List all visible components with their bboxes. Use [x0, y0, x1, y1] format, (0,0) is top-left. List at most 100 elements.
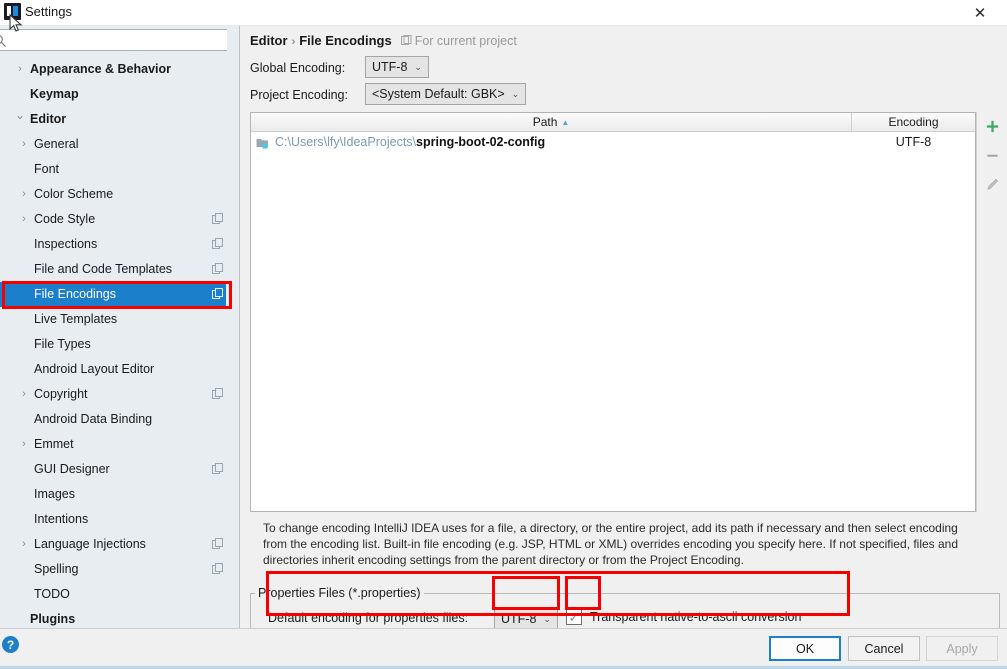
edit-pencil-glyph — [987, 178, 999, 190]
project-scope-icon — [212, 388, 223, 399]
cancel-button[interactable]: Cancel — [848, 636, 920, 661]
sidebar-scrollbar-track[interactable] — [227, 26, 465, 597]
sidebar-item-file-encodings[interactable]: File Encodings — [0, 282, 226, 307]
add-glyph — [986, 120, 999, 133]
sidebar-item-label: Intentions — [34, 512, 89, 526]
add-icon[interactable] — [977, 112, 1007, 141]
sidebar-item-label: Android Layout Editor — [34, 362, 155, 376]
breadcrumb-leaf: File Encodings — [299, 33, 392, 48]
search-box[interactable] — [0, 29, 233, 51]
sort-ascending-icon: ▲ — [561, 117, 570, 127]
sidebar-item-label: Copyright — [34, 387, 88, 401]
properties-encoding-combo[interactable]: UTF-8 ⌄ — [494, 608, 558, 630]
project-encoding-value: <System Default: GBK> — [372, 87, 505, 101]
sidebar-item-android-layout-editor[interactable]: Android Layout Editor — [0, 357, 226, 382]
sidebar-item-label: Editor — [30, 112, 67, 126]
sidebar-item-file-and-code-templates[interactable]: File and Code Templates — [0, 257, 226, 282]
chevron-down-icon: ⌄ — [414, 61, 422, 72]
column-header-encoding-label: Encoding — [888, 115, 939, 129]
sidebar-item-general[interactable]: › General — [0, 132, 226, 157]
sidebar-item-plugins[interactable]: Plugins — [0, 607, 226, 628]
sidebar-item-label: Code Style — [34, 212, 96, 226]
edit-pencil-icon[interactable] — [977, 170, 1007, 199]
window-title: Settings — [25, 4, 72, 19]
sidebar-item-font[interactable]: Font — [0, 157, 226, 182]
project-encoding-label: Project Encoding: — [250, 88, 348, 102]
global-encoding-label: Global Encoding: — [250, 61, 346, 75]
project-encoding-row: Project Encoding: — [250, 84, 348, 106]
table-cell-encoding[interactable]: UTF-8 — [852, 135, 975, 149]
native-to-ascii-checkbox-row[interactable]: ✓ Transparent native-to-ascii conversion — [566, 609, 801, 625]
sidebar-item-label: Images — [34, 487, 75, 501]
breadcrumb: Editor › File Encodings For current projec… — [250, 33, 517, 51]
sidebar-item-keymap[interactable]: Keymap — [0, 82, 226, 107]
chevron-right-icon[interactable]: › — [18, 132, 30, 157]
table-cell-path: C:\Users\lfy\IdeaProjects\ spring-boot-02… — [251, 135, 852, 149]
sidebar-item-android-data-binding[interactable]: Android Data Binding — [0, 407, 226, 432]
project-scope-icon — [400, 35, 412, 45]
sidebar-item-label: Live Templates — [34, 312, 118, 326]
sidebar-item-editor[interactable]: ⌄ Editor — [0, 107, 226, 132]
table-cell-path-leaf: spring-boot-02-config — [416, 135, 546, 149]
ok-button[interactable]: OK — [769, 636, 841, 661]
native-to-ascii-checkbox[interactable]: ✓ — [566, 609, 582, 625]
close-icon[interactable]: ✕ — [961, 0, 999, 26]
sidebar-item-color-scheme[interactable]: › Color Scheme — [0, 182, 226, 207]
settings-dialog: Settings ✕ › Appearance & Behavior Keymap ⌄… — [0, 0, 1007, 669]
chevron-down-icon: ⌄ — [543, 613, 551, 624]
sidebar-item-images[interactable]: Images — [0, 482, 226, 507]
remove-glyph — [987, 154, 998, 157]
table-row[interactable]: C:\Users\lfy\IdeaProjects\ spring-boot-02… — [251, 132, 975, 152]
chevron-right-icon[interactable]: › — [18, 182, 30, 207]
project-scope-icon — [212, 538, 223, 549]
sidebar-item-inspections[interactable]: Inspections — [0, 232, 226, 257]
sidebar-item-code-style[interactable]: › Code Style — [0, 207, 226, 232]
sidebar-item-label: Font — [34, 162, 60, 176]
default-encoding-label: Default encoding for properties files: — [268, 611, 469, 625]
remove-icon[interactable] — [977, 141, 1007, 170]
project-scope-icon — [212, 238, 223, 249]
search-row — [0, 29, 238, 51]
sidebar-item-label: Emmet — [34, 437, 74, 451]
sidebar-item-live-templates[interactable]: Live Templates — [0, 307, 226, 332]
chevron-right-icon[interactable]: › — [18, 432, 30, 457]
global-encoding-combo[interactable]: UTF-8 ⌄ — [365, 56, 429, 78]
settings-tree[interactable]: › Appearance & Behavior Keymap ⌄ Editor › Gene… — [0, 57, 226, 628]
sidebar-item-emmet[interactable]: › Emmet — [0, 432, 226, 457]
chevron-right-icon[interactable]: › — [18, 382, 30, 407]
breadcrumb-hint-text: For current project — [414, 34, 517, 48]
chevron-right-icon[interactable]: › — [18, 207, 30, 232]
help-icon[interactable]: ? — [2, 636, 19, 653]
chevron-down-icon[interactable]: ⌄ — [14, 103, 26, 128]
sidebar-item-copyright[interactable]: › Copyright — [0, 382, 226, 407]
sidebar-item-todo[interactable]: TODO — [0, 582, 226, 607]
intellij-idea-icon — [4, 3, 21, 20]
sidebar-item-label: GUI Designer — [34, 462, 110, 476]
sidebar-item-appearance-behavior[interactable]: › Appearance & Behavior — [0, 57, 226, 82]
global-encoding-row: Global Encoding: — [250, 57, 345, 79]
column-header-path[interactable]: Path ▲ — [251, 113, 852, 131]
sidebar-item-label: TODO — [34, 587, 70, 601]
project-encoding-combo[interactable]: <System Default: GBK> ⌄ — [365, 83, 527, 105]
table-body: C:\Users\lfy\IdeaProjects\ spring-boot-02… — [251, 132, 975, 152]
sidebar-item-label: Spelling — [34, 562, 79, 576]
chevron-right-icon[interactable]: › — [18, 532, 30, 557]
module-folder-icon — [256, 138, 268, 148]
project-scope-icon — [212, 288, 223, 299]
table-header-row: Path ▲ Encoding — [251, 113, 975, 132]
breadcrumb-root[interactable]: Editor — [250, 33, 288, 48]
sidebar-item-file-types[interactable]: File Types — [0, 332, 226, 357]
column-header-encoding[interactable]: Encoding — [852, 113, 975, 131]
sidebar-item-language-injections[interactable]: › Language Injections — [0, 532, 226, 557]
sidebar-item-gui-designer[interactable]: GUI Designer — [0, 457, 226, 482]
chevron-down-icon: ⌄ — [511, 88, 520, 99]
encodings-table[interactable]: Path ▲ Encoding C:\Users\lfy\IdeaProject… — [250, 112, 976, 512]
sidebar-item-spelling[interactable]: Spelling — [0, 557, 226, 582]
search-icon — [0, 35, 7, 48]
file-encodings-panel: Editor › File Encodings For current projec… — [241, 26, 1007, 639]
settings-sidebar: › Appearance & Behavior Keymap ⌄ Editor › Gene… — [0, 26, 465, 628]
sidebar-item-intentions[interactable]: Intentions — [0, 507, 226, 532]
chevron-right-icon[interactable]: › — [14, 57, 26, 82]
search-input[interactable] — [19, 33, 219, 49]
project-scope-icon — [212, 263, 223, 274]
